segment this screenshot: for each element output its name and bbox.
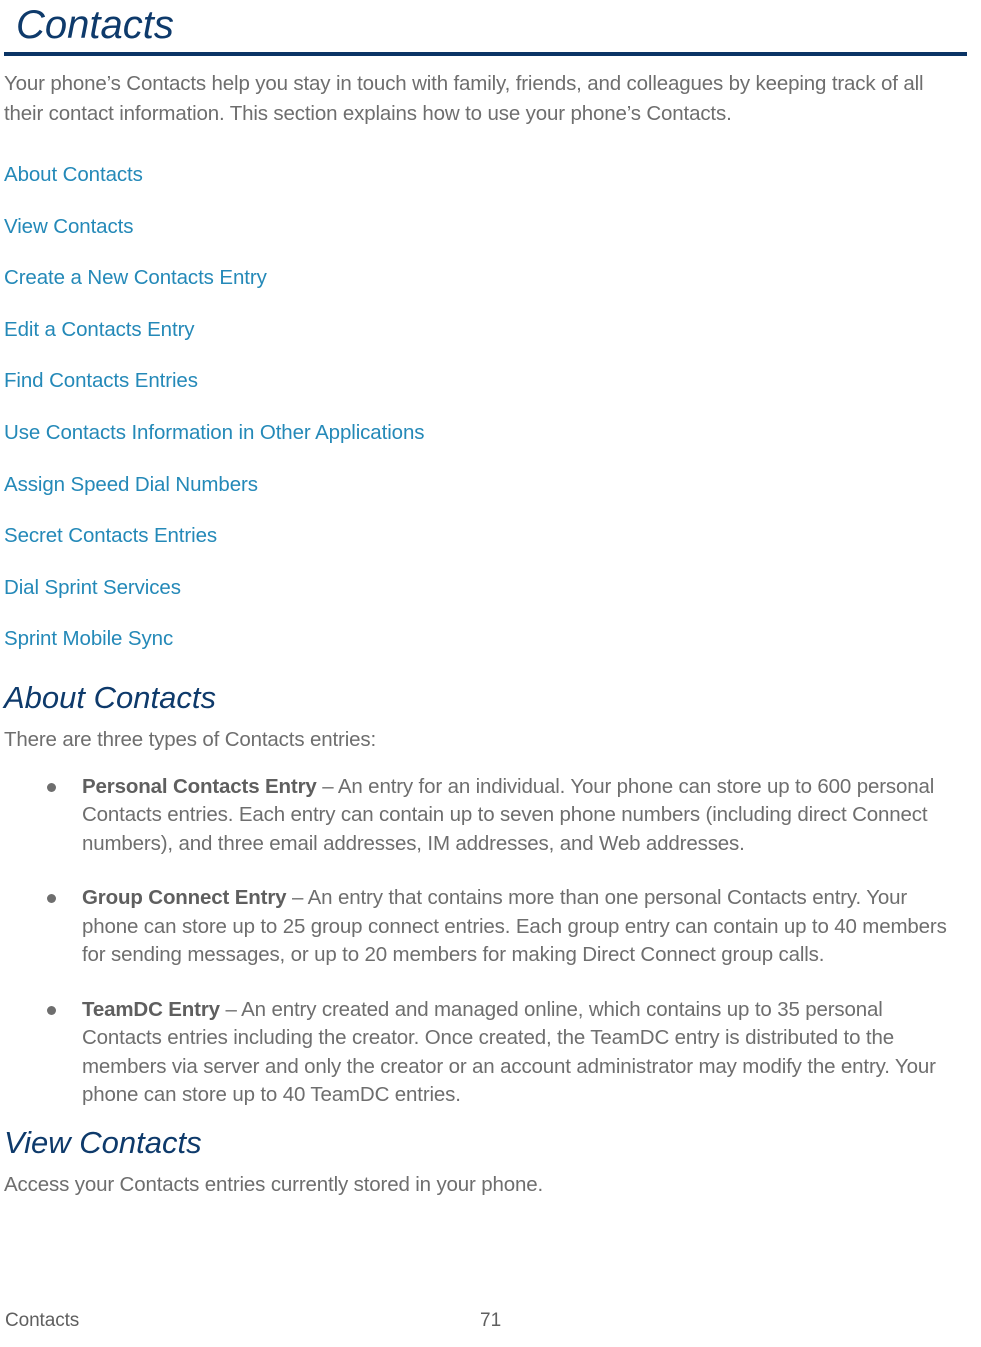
list-item: Find Contacts Entries (4, 355, 965, 407)
list-item: Sprint Mobile Sync (4, 613, 965, 665)
bullet-term: Group Connect Entry (82, 886, 287, 910)
section-intro-view-contacts: Access your Contacts entries currently s… (4, 1172, 544, 1196)
toc-link-about-contacts[interactable]: About Contacts (4, 149, 143, 201)
toc-link-assign-speed-dial-numbers[interactable]: Assign Speed Dial Numbers (4, 459, 258, 511)
list-item: Use Contacts Information in Other Applic… (4, 407, 965, 459)
footer-page-number: 71 (480, 1310, 502, 1331)
bullet-icon (47, 894, 56, 904)
intro-paragraph: Your phone’s Contacts help you stay in t… (4, 72, 924, 125)
list-item: Dial Sprint Services (4, 562, 965, 614)
toc-link-find-contacts-entries[interactable]: Find Contacts Entries (4, 355, 198, 407)
list-item: Group Connect Entry – An entry that cont… (2, 884, 950, 970)
contacts-entry-types-list: Personal Contacts Entry – An entry for a… (2, 773, 965, 1110)
toc-link-use-contacts-information-in-other-applications[interactable]: Use Contacts Information in Other Applic… (4, 407, 425, 459)
toc-link-sprint-mobile-sync[interactable]: Sprint Mobile Sync (4, 613, 173, 665)
list-item: About Contacts (4, 149, 965, 201)
toc-link-secret-contacts-entries[interactable]: Secret Contacts Entries (4, 510, 217, 562)
toc-link-dial-sprint-services[interactable]: Dial Sprint Services (4, 562, 181, 614)
bullet-icon (47, 1005, 56, 1015)
toc-link-view-contacts[interactable]: View Contacts (4, 201, 133, 253)
bullet-term: Personal Contacts Entry (82, 774, 317, 798)
list-item: Personal Contacts Entry – An entry for a… (2, 773, 950, 859)
section-heading-about-contacts: About Contacts (4, 679, 216, 715)
toc-link-create-a-new-contacts-entry[interactable]: Create a New Contacts Entry (4, 252, 267, 304)
bullet-icon (47, 782, 56, 792)
section-heading-view-contacts: View Contacts (4, 1124, 202, 1160)
toc-link-edit-a-contacts-entry[interactable]: Edit a Contacts Entry (4, 304, 195, 356)
section-intro-about-contacts: There are three types of Contacts entrie… (4, 727, 376, 751)
list-item: Assign Speed Dial Numbers (4, 459, 965, 511)
page-title: Contacts (16, 3, 174, 47)
footer-section-name: Contacts (5, 1310, 80, 1331)
list-item: Edit a Contacts Entry (4, 304, 965, 356)
title-divider (4, 52, 967, 56)
page-footer: Contacts 71 (0, 1307, 981, 1335)
list-item: Create a New Contacts Entry (4, 252, 965, 304)
list-item: Secret Contacts Entries (4, 510, 965, 562)
document-page: Contacts Your phone’s Contacts help you … (0, 0, 981, 1347)
table-of-contents: About Contacts View Contacts Create a Ne… (2, 149, 965, 665)
list-item: View Contacts (4, 201, 965, 253)
bullet-term: TeamDC Entry (82, 997, 220, 1021)
list-item: TeamDC Entry – An entry created and mana… (2, 996, 950, 1110)
